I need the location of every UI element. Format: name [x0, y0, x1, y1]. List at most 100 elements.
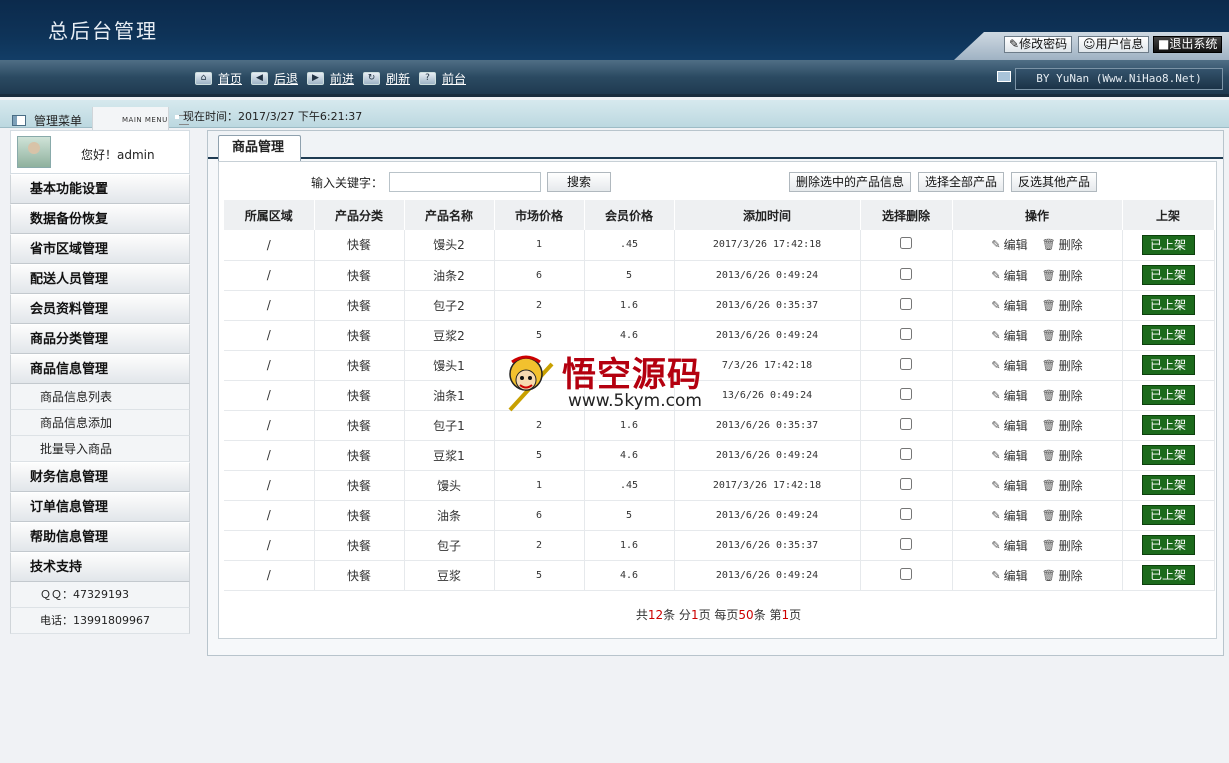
select-all-button[interactable]: 选择全部产品: [918, 172, 1005, 192]
delete-link[interactable]: 🗑 删除: [1042, 507, 1083, 524]
cell-added-time: 2017/3/26 17:42:18: [674, 230, 861, 261]
watermark: 悟空源码 www.5kym.com: [500, 345, 730, 420]
delete-link[interactable]: 🗑 删除: [1042, 297, 1083, 314]
on-shelf-button[interactable]: 已上架: [1141, 505, 1195, 525]
cell-market-price: 5: [494, 560, 585, 591]
user-info-button[interactable]: ☺用户信息: [1078, 36, 1149, 53]
refresh-icon: ↻: [363, 72, 380, 85]
cell-member-price: 4.6: [584, 560, 675, 591]
menu-group-basic[interactable]: 基本功能设置: [10, 174, 190, 204]
edit-link[interactable]: ✎ 编辑: [991, 236, 1027, 253]
cell-added-time: 2013/6/26 0:35:37: [674, 290, 861, 321]
logout-button[interactable]: ■退出系统: [1153, 36, 1223, 53]
on-shelf-button[interactable]: 已上架: [1141, 265, 1195, 285]
pencil-icon: ✎: [991, 508, 1001, 522]
cell-category: 快餐: [314, 500, 405, 531]
delete-link[interactable]: 🗑 删除: [1042, 417, 1083, 434]
edit-link[interactable]: ✎ 编辑: [991, 537, 1027, 554]
menu-item-product-list[interactable]: 商品信息列表: [10, 384, 190, 410]
nav-frontend[interactable]: ? 前台: [419, 70, 466, 87]
edit-link[interactable]: ✎ 编辑: [991, 267, 1027, 284]
search-button[interactable]: 搜索: [547, 172, 612, 192]
row-select-checkbox[interactable]: [900, 327, 912, 340]
on-shelf-button[interactable]: 已上架: [1141, 234, 1195, 255]
nav-refresh[interactable]: ↻ 刷新: [363, 70, 410, 87]
menu-group-region[interactable]: 省市区域管理: [10, 234, 190, 264]
row-select-checkbox[interactable]: [900, 537, 912, 550]
trash-icon: 🗑: [1041, 298, 1056, 312]
delete-selected-button[interactable]: 删除选中的产品信息: [789, 172, 912, 192]
on-shelf-button[interactable]: 已上架: [1141, 385, 1195, 405]
tab-product-management[interactable]: 商品管理: [218, 135, 301, 161]
delete-link[interactable]: 🗑 删除: [1042, 267, 1083, 284]
cell-name: 油条1: [404, 380, 495, 411]
menu-group-product[interactable]: 商品信息管理: [10, 354, 190, 384]
nav-home[interactable]: ⌂ 首页: [195, 70, 242, 87]
on-shelf-button[interactable]: 已上架: [1141, 535, 1195, 555]
edit-link[interactable]: ✎ 编辑: [991, 327, 1027, 344]
menu-group-delivery[interactable]: 配送人员管理: [10, 264, 190, 294]
delete-link[interactable]: 🗑 删除: [1042, 387, 1083, 404]
change-password-button[interactable]: ✎修改密码: [1004, 36, 1073, 53]
column-header: 会员价格: [584, 200, 675, 230]
column-header: 产品名称: [404, 200, 495, 230]
search-input[interactable]: [389, 172, 542, 192]
monitor-icon: [997, 71, 1011, 82]
current-time: 现在时间：2017/3/27 下午6:21:37: [175, 108, 362, 124]
on-shelf-button[interactable]: 已上架: [1141, 295, 1195, 315]
delete-link[interactable]: 🗑 删除: [1042, 567, 1083, 584]
edit-link[interactable]: ✎ 编辑: [991, 507, 1027, 524]
row-select-checkbox[interactable]: [900, 387, 912, 400]
invert-selection-button[interactable]: 反选其他产品: [1011, 172, 1098, 192]
row-select-checkbox[interactable]: [900, 237, 912, 250]
row-select-checkbox[interactable]: [900, 447, 912, 460]
nav-forward[interactable]: ▶ 前进: [307, 70, 354, 87]
on-shelf-button[interactable]: 已上架: [1141, 565, 1195, 585]
row-select-checkbox[interactable]: [900, 477, 912, 490]
menu-group-finance[interactable]: 财务信息管理: [10, 462, 190, 492]
menu-group-backup[interactable]: 数据备份恢复: [10, 204, 190, 234]
menu-item-batch-import[interactable]: 批量导入商品: [10, 436, 190, 462]
menu-group-member[interactable]: 会员资料管理: [10, 294, 190, 324]
on-shelf-button[interactable]: 已上架: [1141, 445, 1195, 465]
row-select-checkbox[interactable]: [900, 267, 912, 280]
delete-link[interactable]: 🗑 删除: [1042, 477, 1083, 494]
edit-link[interactable]: ✎ 编辑: [991, 357, 1027, 374]
cell-region: /: [224, 290, 315, 321]
delete-link[interactable]: 🗑 删除: [1042, 447, 1083, 464]
menu-group-support[interactable]: 技术支持: [10, 552, 190, 582]
cell-region: /: [224, 320, 315, 351]
row-select-checkbox[interactable]: [900, 297, 912, 310]
menu-item-product-add[interactable]: 商品信息添加: [10, 410, 190, 436]
edit-link[interactable]: ✎ 编辑: [991, 387, 1027, 404]
edit-link[interactable]: ✎ 编辑: [991, 447, 1027, 464]
menu-group-category[interactable]: 商品分类管理: [10, 324, 190, 354]
on-shelf-button[interactable]: 已上架: [1141, 415, 1195, 435]
on-shelf-button[interactable]: 已上架: [1141, 475, 1195, 495]
home-icon: ⌂: [195, 72, 212, 85]
row-select-checkbox[interactable]: [900, 417, 912, 430]
cell-category: 快餐: [314, 440, 405, 471]
edit-link[interactable]: ✎ 编辑: [991, 297, 1027, 314]
menu-group-help[interactable]: 帮助信息管理: [10, 522, 190, 552]
delete-link[interactable]: 🗑 删除: [1042, 537, 1083, 554]
edit-link[interactable]: ✎ 编辑: [991, 417, 1027, 434]
pencil-icon: ✎: [991, 478, 1001, 492]
avatar: [17, 136, 51, 168]
row-select-checkbox[interactable]: [900, 567, 912, 580]
delete-link[interactable]: 🗑 删除: [1042, 236, 1083, 253]
delete-link[interactable]: 🗑 删除: [1042, 357, 1083, 374]
nav-back[interactable]: ◀ 后退: [251, 70, 298, 87]
table-row: / 快餐 豆浆 5 4.6 2013/6/26 0:49:24 ✎ 编辑 🗑 删除 已上架: [224, 560, 1215, 591]
row-select-checkbox[interactable]: [900, 507, 912, 520]
row-select-checkbox[interactable]: [900, 357, 912, 370]
pencil-icon: ✎: [991, 448, 1001, 462]
delete-link[interactable]: 🗑 删除: [1042, 327, 1083, 344]
pencil-icon: ✎: [991, 358, 1001, 372]
edit-link[interactable]: ✎ 编辑: [991, 477, 1027, 494]
menu-group-order[interactable]: 订单信息管理: [10, 492, 190, 522]
cell-added-time: 2013/6/26 0:49:24: [674, 440, 861, 471]
edit-link[interactable]: ✎ 编辑: [991, 567, 1027, 584]
on-shelf-button[interactable]: 已上架: [1141, 355, 1195, 375]
on-shelf-button[interactable]: 已上架: [1141, 325, 1195, 345]
